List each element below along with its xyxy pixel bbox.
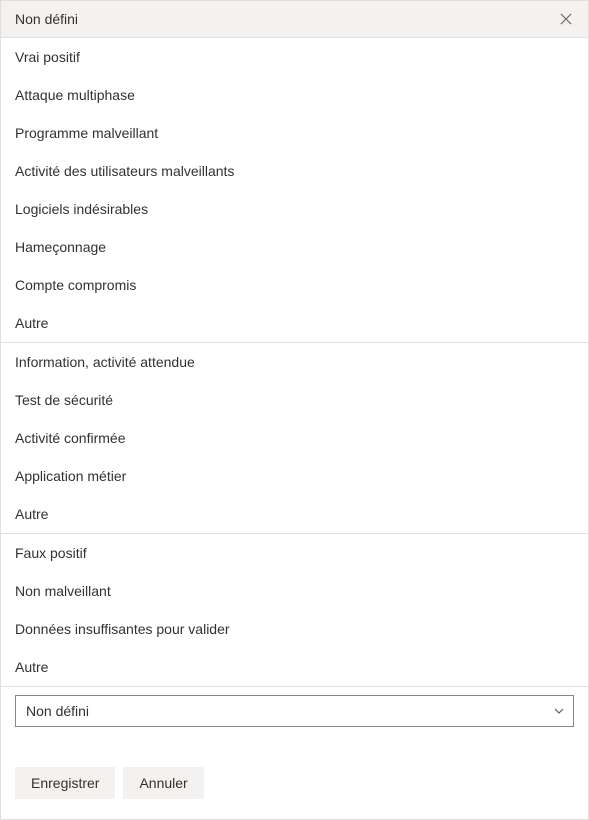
option-non-malveillant[interactable]: Non malveillant bbox=[1, 572, 588, 610]
determination-dropdown[interactable]: Non défini bbox=[15, 695, 574, 727]
chevron-down-icon bbox=[553, 705, 565, 717]
option-activite-utilisateurs-malveillants[interactable]: Activité des utilisateurs malveillants bbox=[1, 152, 588, 190]
option-autre-fp[interactable]: Autre bbox=[1, 648, 588, 686]
option-donnees-insuffisantes[interactable]: Données insuffisantes pour valider bbox=[1, 610, 588, 648]
group-false-positive: Faux positif Non malveillant Données ins… bbox=[1, 534, 588, 687]
option-autre-info[interactable]: Autre bbox=[1, 495, 588, 533]
footer: Enregistrer Annuler bbox=[1, 727, 588, 819]
group-true-positive: Vrai positif Attaque multiphase Programm… bbox=[1, 38, 588, 343]
option-faux-positif[interactable]: Faux positif bbox=[1, 534, 588, 572]
option-test-de-securite[interactable]: Test de sécurité bbox=[1, 381, 588, 419]
cancel-button[interactable]: Annuler bbox=[123, 767, 203, 799]
option-attaque-multiphase[interactable]: Attaque multiphase bbox=[1, 76, 588, 114]
option-logiciels-indesirables[interactable]: Logiciels indésirables bbox=[1, 190, 588, 228]
classification-panel: Non défini Vrai positif Attaque multipha… bbox=[0, 0, 589, 820]
panel-header: Non défini bbox=[1, 1, 588, 38]
option-autre-tp[interactable]: Autre bbox=[1, 304, 588, 342]
option-activite-confirmee[interactable]: Activité confirmée bbox=[1, 419, 588, 457]
option-vrai-positif[interactable]: Vrai positif bbox=[1, 38, 588, 76]
option-programme-malveillant[interactable]: Programme malveillant bbox=[1, 114, 588, 152]
save-button[interactable]: Enregistrer bbox=[15, 767, 115, 799]
option-compte-compromis[interactable]: Compte compromis bbox=[1, 266, 588, 304]
group-informational: Information, activité attendue Test de s… bbox=[1, 343, 588, 534]
close-icon bbox=[560, 12, 572, 26]
option-information-activite-attendue[interactable]: Information, activité attendue bbox=[1, 343, 588, 381]
option-hameconnage[interactable]: Hameçonnage bbox=[1, 228, 588, 266]
header-title: Non défini bbox=[15, 11, 78, 27]
close-button[interactable] bbox=[554, 7, 578, 31]
dropdown-selected-label: Non défini bbox=[26, 703, 89, 719]
option-application-metier[interactable]: Application métier bbox=[1, 457, 588, 495]
